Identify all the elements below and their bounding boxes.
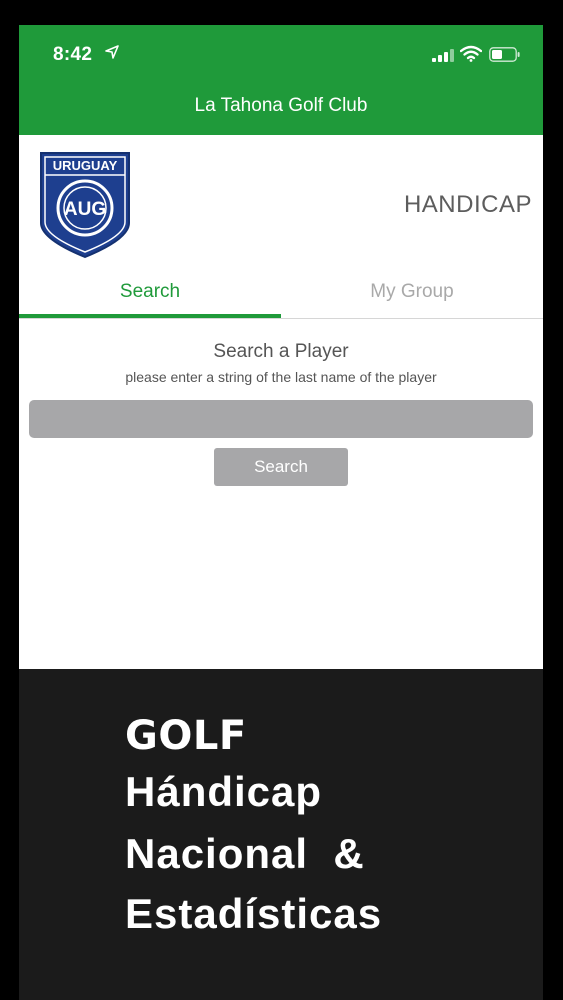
wifi-icon [459, 45, 483, 67]
tab-bar: Search My Group [19, 275, 543, 319]
search-button[interactable]: Search [214, 448, 348, 486]
nav-bar: La Tahona Golf Club [19, 87, 543, 135]
logo-monogram: AUG [64, 199, 106, 220]
aug-logo: URUGUAY AUG [39, 151, 131, 264]
promo-line-golf: GOLF [125, 713, 247, 759]
promo-line-handicap: Hándicap [125, 768, 323, 815]
tab-my-group[interactable]: My Group [281, 281, 543, 303]
search-title: Search a Player [213, 341, 349, 362]
logo-text: URUGUAY [53, 158, 118, 173]
battery-icon [489, 47, 521, 67]
active-tab-indicator [19, 314, 281, 318]
location-arrow-icon [105, 45, 119, 63]
status-bar: 8:42 [19, 25, 543, 87]
club-title: La Tahona Golf Club [194, 95, 368, 116]
promo-banner: GOLF Hándicap Nacional & Estadísticas [19, 669, 543, 1000]
section-title: HANDICAP [403, 191, 532, 218]
promo-line-nacional: Nacional & [125, 830, 365, 877]
app-header: URUGUAY AUG HANDICAP [19, 135, 543, 275]
search-panel: Search a Player please enter a string of… [19, 319, 543, 669]
app-screen: 8:42 La Tahona Golf Club URUGUAY AUG HAN… [19, 25, 543, 1000]
search-input[interactable] [29, 400, 533, 438]
promo-line-estadisticas: Estadísticas [125, 890, 383, 937]
cellular-signal-icon [432, 49, 454, 67]
tab-search[interactable]: Search [19, 281, 281, 303]
search-instructions: please enter a string of the last name o… [125, 369, 437, 385]
status-time: 8:42 [53, 44, 93, 65]
